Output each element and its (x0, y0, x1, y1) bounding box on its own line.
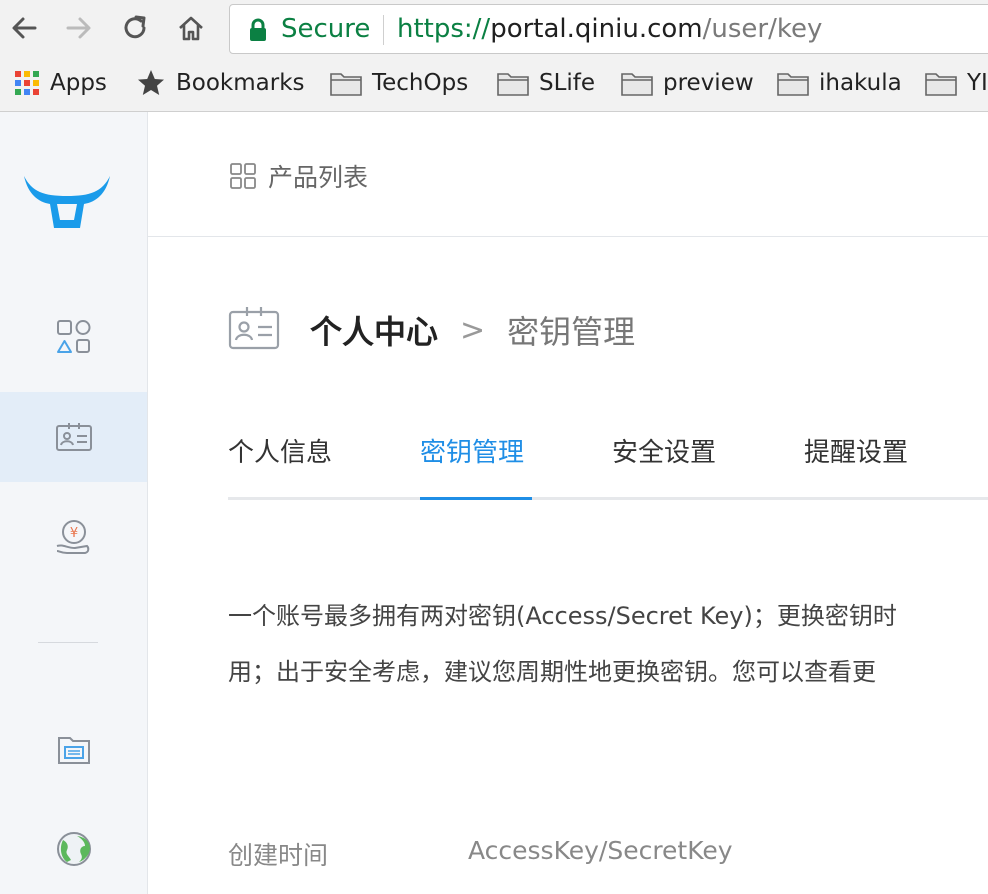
sidebar: ¥ (0, 112, 148, 894)
bookmark-ihakula[interactable]: ihakula (777, 66, 902, 100)
home-button[interactable] (173, 10, 209, 46)
bookmark-label: YI (967, 70, 988, 96)
description-line: 一个账号最多拥有两对密钥(Access/Secret Key)；更换密钥时 (228, 602, 897, 630)
breadcrumb-separator: > (460, 312, 486, 348)
url-text: https://portal.qiniu.com/user/key (397, 14, 822, 44)
key-description: 一个账号最多拥有两对密钥(Access/Secret Key)；更换密钥时 用；… (228, 588, 988, 700)
globe-icon (56, 832, 91, 866)
folder-icon (925, 70, 957, 96)
bookmark-label: SLife (539, 70, 596, 96)
browser-toolbar: Secure https://portal.qiniu.com/user/key… (0, 0, 988, 112)
folder-icon (497, 70, 529, 96)
active-tab-indicator (420, 497, 532, 500)
address-bar[interactable]: Secure https://portal.qiniu.com/user/key (229, 4, 988, 54)
folder-icon (777, 70, 809, 96)
apps-grid-icon (14, 70, 40, 96)
bookmark-yi[interactable]: YI (925, 66, 988, 100)
sidebar-divider (38, 642, 98, 643)
back-icon (12, 17, 37, 39)
product-list-link[interactable]: 产品列表 (230, 158, 368, 194)
sidebar-item-products[interactable] (0, 292, 147, 382)
star-icon (136, 68, 166, 98)
tab-reminder-settings[interactable]: 提醒设置 (804, 432, 908, 500)
id-card-icon (228, 306, 280, 354)
ticket-icon (57, 737, 90, 764)
sidebar-item-finance[interactable]: ¥ (0, 492, 147, 582)
products-icon (56, 320, 90, 353)
qiniu-logo[interactable] (22, 170, 112, 238)
column-header-keys: AccessKey/SecretKey (468, 836, 733, 865)
tab-bar: 个人信息 密钥管理 安全设置 提醒设置 (228, 420, 988, 500)
url-scheme: https:// (397, 14, 491, 44)
lock-icon (250, 18, 266, 41)
bookmarks-bar: Apps Bookmarks TechOps SLife preview iha… (0, 62, 988, 104)
folder-icon (621, 70, 653, 96)
bookmark-label: ihakula (819, 70, 902, 96)
folder-icon (330, 70, 362, 96)
description-line: 用；出于安全考虑，建议您周期性地更换密钥。您可以查看更 (228, 658, 876, 686)
finance-icon: ¥ (56, 520, 89, 554)
bookmark-preview[interactable]: preview (621, 66, 754, 100)
forward-button[interactable] (61, 10, 97, 46)
sidebar-item-user-center[interactable] (0, 392, 147, 482)
address-divider (383, 15, 384, 45)
breadcrumb-root[interactable]: 个人中心 (310, 307, 438, 353)
bookmark-label: TechOps (372, 70, 469, 96)
sidebar-item-tickets[interactable] (0, 704, 147, 794)
column-header-created-time: 创建时间 (228, 841, 329, 870)
bookmark-slife[interactable]: SLife (497, 66, 595, 100)
home-icon (179, 16, 203, 41)
top-bar: 产品列表 (148, 112, 988, 237)
bookmark-label: preview (663, 70, 754, 96)
reload-icon (124, 15, 146, 39)
tab-security-settings[interactable]: 安全设置 (612, 432, 716, 500)
sidebar-item-global[interactable] (0, 804, 147, 894)
product-list-label: 产品列表 (268, 163, 369, 192)
bookmark-apps[interactable]: Apps (14, 66, 107, 100)
bookmark-techops[interactable]: TechOps (330, 66, 468, 100)
url-path: /user/key (702, 14, 823, 44)
bookmark-label: Apps (50, 70, 107, 96)
breadcrumb: 个人中心 > 密钥管理 (228, 306, 635, 354)
svg-text:¥: ¥ (69, 526, 77, 541)
secure-label: Secure (281, 14, 371, 44)
back-button[interactable] (6, 10, 42, 46)
page-title: 密钥管理 (507, 313, 636, 351)
reload-button[interactable] (117, 10, 153, 46)
url-host: portal.qiniu.com (490, 14, 703, 44)
grid-icon (230, 163, 256, 189)
tab-key-management[interactable]: 密钥管理 (420, 432, 524, 500)
forward-icon (66, 17, 91, 39)
id-card-icon (55, 423, 92, 451)
tab-personal-info[interactable]: 个人信息 (228, 432, 332, 500)
bookmark-label: Bookmarks (176, 70, 305, 96)
bookmark-bookmarks[interactable]: Bookmarks (136, 66, 305, 100)
